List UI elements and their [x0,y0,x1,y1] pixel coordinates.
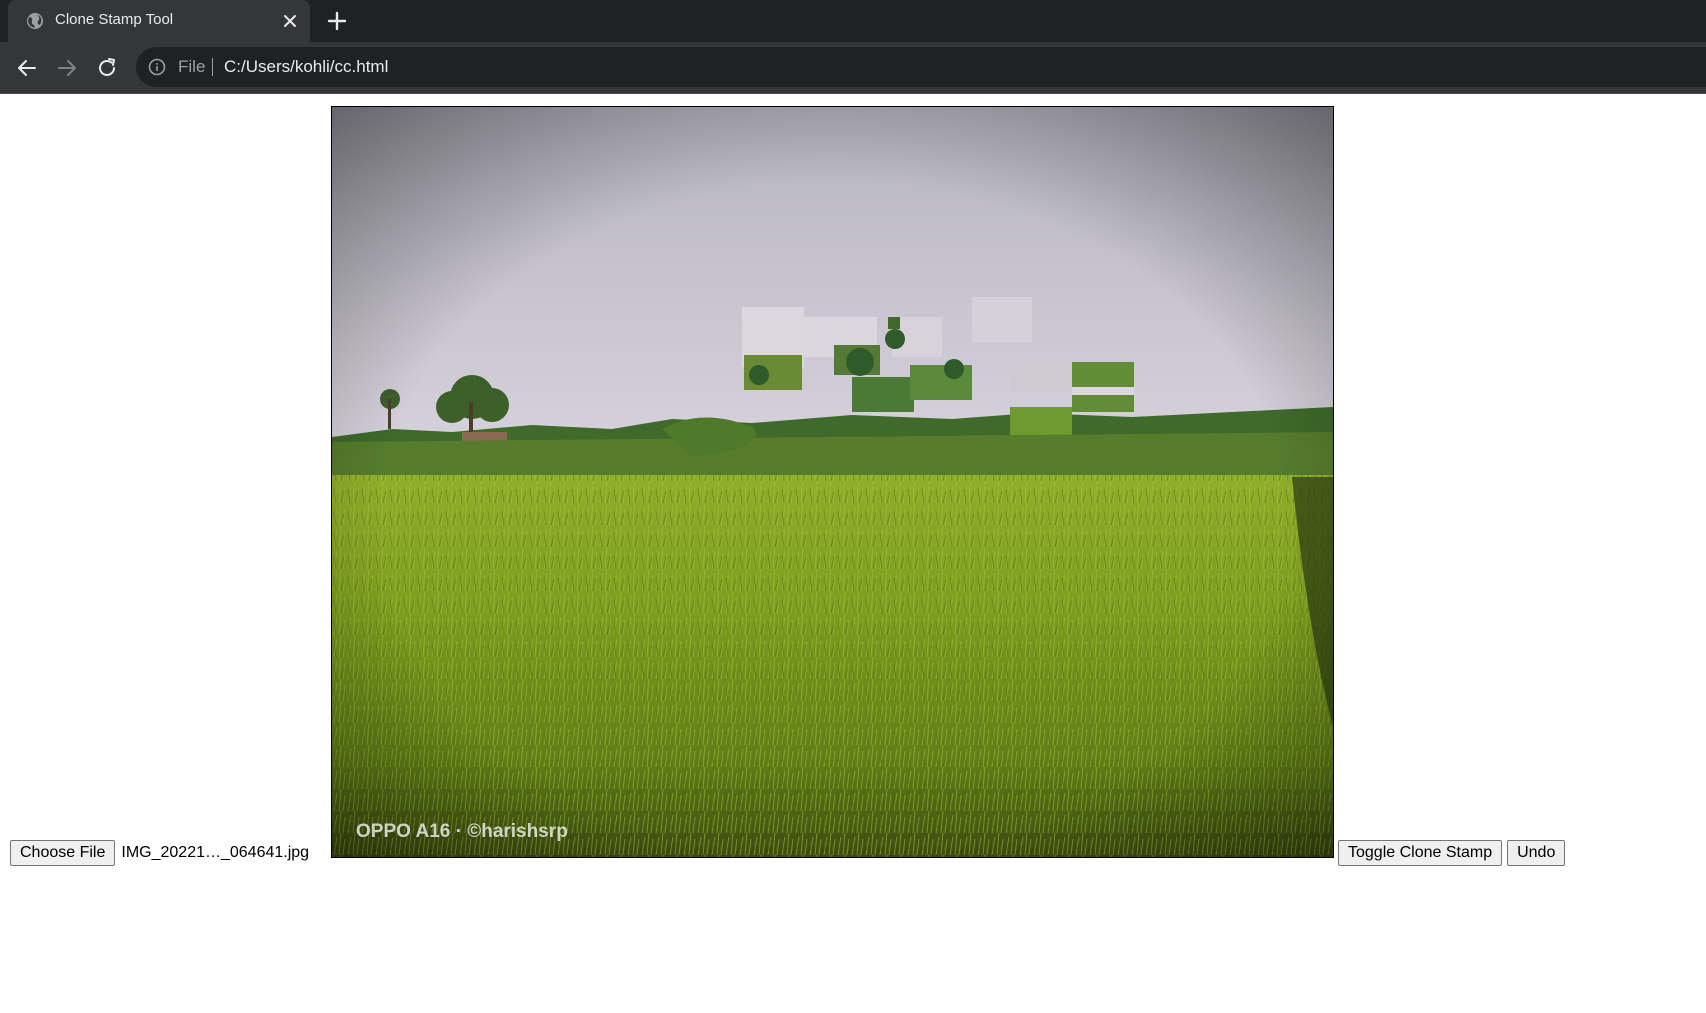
browser-tab[interactable]: Clone Stamp Tool [8,0,310,42]
back-arrow-icon[interactable] [15,56,39,80]
choose-file-button[interactable]: Choose File [10,840,116,866]
address-bar[interactable]: File C:/Users/kohli/cc.html [136,47,1706,87]
undo-button[interactable]: Undo [1507,840,1566,866]
image-canvas[interactable]: OPPO A16 · ©harishsrp [331,106,1334,858]
reload-icon[interactable] [95,56,119,80]
file-picker: Choose File IMG_20221…_064641.jpg [10,840,309,866]
photo-watermark: OPPO A16 · ©harishsrp [356,821,568,842]
info-icon[interactable] [148,58,166,76]
tab-title: Clone Stamp Tool [55,11,174,28]
toggle-clone-stamp-button[interactable]: Toggle Clone Stamp [1338,840,1503,866]
close-icon[interactable] [280,11,300,31]
divider [212,58,213,76]
browser-toolbar: File C:/Users/kohli/cc.html [0,42,1706,94]
globe-icon [27,13,43,29]
forward-arrow-icon[interactable] [55,56,79,80]
url-scheme-label: File [178,57,206,76]
selected-file-name: IMG_20221…_064641.jpg [121,844,310,861]
new-tab-plus-icon[interactable] [325,9,349,33]
url-text[interactable]: C:/Users/kohli/cc.html [224,57,388,77]
browser-tab-strip: Clone Stamp Tool [0,0,1706,42]
page-content: Choose File IMG_20221…_064641.jpg OPPO A… [0,95,1706,1013]
photo-rice-field: OPPO A16 · ©harishsrp [332,107,1333,857]
tool-controls: Toggle Clone Stamp Undo [1338,840,1566,866]
